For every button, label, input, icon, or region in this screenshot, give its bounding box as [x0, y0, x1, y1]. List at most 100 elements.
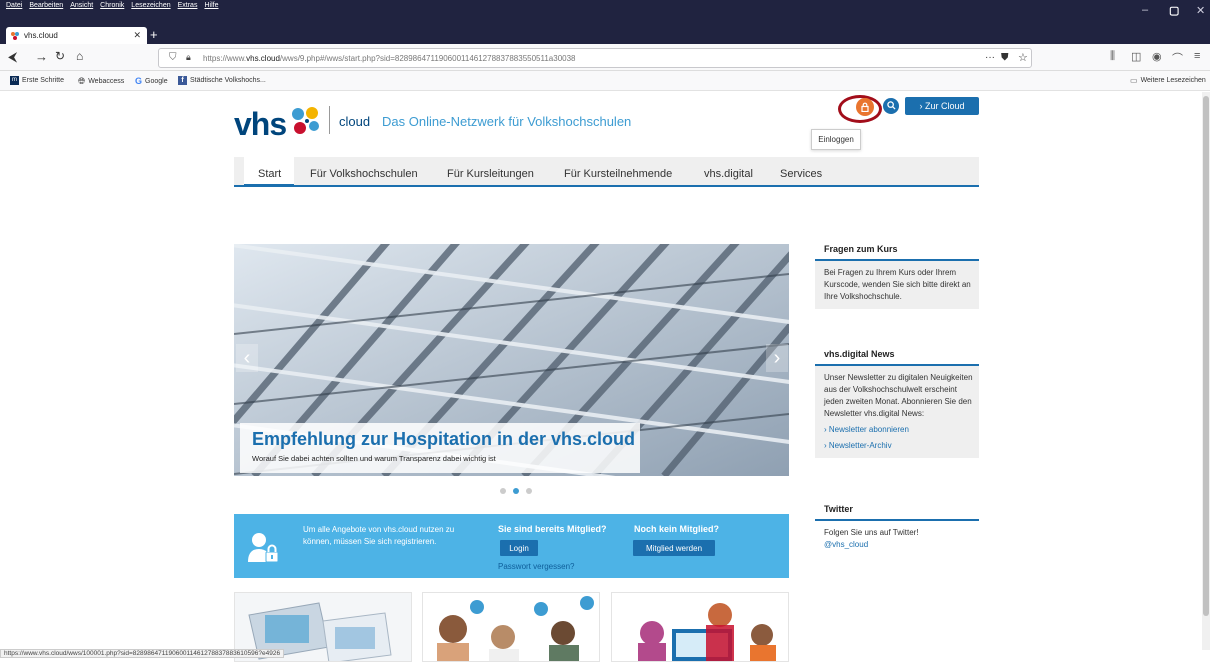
user-lock-icon — [248, 533, 279, 563]
bookmark-webaccess[interactable]: 🌐︎ Webaccess — [78, 76, 124, 87]
sidebar-twitter-text: Folgen Sie uns auf Twitter! — [824, 528, 919, 537]
browser-tab[interactable]: vhs.cloud ✕ — [6, 27, 147, 44]
sidebar-icon[interactable]: ◫ — [1131, 50, 1141, 63]
slide-title[interactable]: Empfehlung zur Hospitation in der vhs.cl… — [252, 429, 635, 450]
url-bar[interactable]: ⛉ 🔒︎ https://www.vhs.cloud/wws/9.php#/ww… — [158, 48, 1032, 68]
slider-dot-2-active[interactable] — [513, 488, 519, 494]
url-text[interactable]: https://www.vhs.cloud/wws/9.php#/wws/sta… — [203, 54, 576, 63]
pocket-icon[interactable]: ⛊ — [1001, 52, 1009, 63]
vhs-logo-text[interactable]: vhs — [234, 106, 287, 143]
bookmark-other[interactable]: ▭ Weitere Lesezeichen — [1130, 76, 1206, 85]
tab-close-icon[interactable]: ✕ — [133, 30, 141, 41]
login-button[interactable]: Login — [500, 540, 538, 556]
bookmark-label: Erste Schritte — [22, 77, 65, 84]
facebook-icon: f — [178, 76, 187, 85]
bookmark-volkshochschule[interactable]: f Städtische Volkshochs... — [178, 76, 266, 85]
main-navigation: Start Für Volkshochschulen Für Kursleitu… — [234, 157, 979, 187]
sidebar-twitter-body: Folgen Sie uns auf Twitter! @vhs_cloud — [815, 521, 979, 557]
logo-cloud-text: cloud — [339, 114, 371, 129]
scrollbar-thumb[interactable] — [1203, 96, 1209, 616]
menu-chronik[interactable]: Chronik — [100, 2, 124, 9]
sidebar-news-box: vhs.digital News Unser Newsletter zu dig… — [815, 347, 979, 458]
sidebar-course-text: Bei Fragen zu Ihrem Kurs oder Ihrem Kurs… — [815, 261, 979, 309]
home-icon[interactable]: ⌂ — [76, 49, 83, 63]
close-window-icon[interactable]: ✕ — [1196, 4, 1205, 17]
slider-dot-3[interactable] — [526, 488, 532, 494]
registration-band: Um alle Angebote von vhs.cloud nutzen zu… — [234, 514, 789, 578]
bookmark-star-icon[interactable]: ☆ — [1018, 51, 1028, 64]
zur-cloud-button[interactable]: › Zur Cloud — [905, 97, 979, 115]
nav-fuer-volkshochschulen[interactable]: Für Volkshochschulen — [310, 168, 418, 180]
nav-vhs-digital[interactable]: vhs.digital — [704, 168, 753, 180]
menu-bearbeiten[interactable]: Bearbeiten — [29, 2, 63, 9]
vhs-logo-dots-icon — [292, 107, 319, 134]
sidebar-course-title: Fragen zum Kurs — [815, 242, 979, 261]
sidebar-news-body: Unser Newsletter zu digitalen Neuigkeite… — [815, 366, 979, 458]
bookmarks-toolbar: m Erste Schritte 🌐︎ Webaccess G Google f… — [0, 71, 1210, 91]
twitter-handle-link[interactable]: @vhs_cloud — [824, 540, 868, 549]
menu-bar: Datei Bearbeiten Ansicht Chronik Lesezei… — [6, 2, 218, 9]
menu-lesezeichen[interactable]: Lesezeichen — [131, 2, 170, 9]
nonmember-heading: Noch kein Mitglied? — [634, 524, 720, 534]
lock-icon — [861, 102, 869, 113]
menu-extras[interactable]: Extras — [178, 2, 198, 9]
header-tagline: Das Online-Netzwerk für Volkshochschulen — [382, 114, 632, 129]
forward-icon[interactable]: → — [35, 49, 48, 64]
sidebar-twitter-title: Twitter — [815, 502, 979, 521]
firefox-bookmark-icon: m — [10, 76, 19, 85]
login-lock-button[interactable] — [856, 98, 874, 116]
globe-icon: 🌐︎ — [78, 76, 86, 86]
nav-start[interactable]: Start — [258, 168, 281, 180]
minimize-icon[interactable]: – — [1142, 4, 1148, 16]
nav-fuer-kursleitungen[interactable]: Für Kursleitungen — [447, 168, 534, 180]
web-page: vhs cloud Das Online-Netzwerk für Volksh… — [0, 92, 1210, 662]
maximize-icon[interactable]: ▢ — [1169, 4, 1179, 17]
sidebar-twitter-box: Twitter Folgen Sie uns auf Twitter! @vhs… — [815, 502, 979, 557]
nav-services[interactable]: Services — [780, 168, 822, 180]
page-actions-icon[interactable]: ··· — [985, 52, 995, 63]
bookmark-label: Webaccess — [88, 78, 125, 85]
sidebar-news-title: vhs.digital News — [815, 347, 979, 366]
window-titlebar: Datei Bearbeiten Ansicht Chronik Lesezei… — [0, 0, 1210, 26]
search-button[interactable] — [883, 98, 899, 114]
login-tooltip: Einloggen — [811, 129, 861, 150]
newsletter-archive-link[interactable]: › Newsletter-Archiv — [824, 440, 973, 452]
hamburger-menu-icon[interactable]: ≡ — [1194, 50, 1200, 62]
newsletter-subscribe-link[interactable]: › Newsletter abonnieren — [824, 424, 973, 436]
slider-prev-button[interactable]: ‹ — [236, 344, 258, 372]
menu-hilfe[interactable]: Hilfe — [204, 2, 218, 9]
become-member-button[interactable]: Mitglied werden — [633, 540, 715, 556]
extension-icon[interactable]: ⌒ — [1172, 50, 1183, 66]
new-tab-icon[interactable]: + — [150, 27, 158, 42]
google-icon: G — [135, 76, 143, 86]
sidebar-course-box: Fragen zum Kurs Bei Fragen zu Ihrem Kurs… — [815, 242, 979, 309]
reload-icon[interactable]: ↻ — [55, 49, 65, 63]
nav-fuer-kursteilnehmende[interactable]: Für Kursteilnehmende — [564, 168, 672, 180]
slider-next-button[interactable]: › — [766, 344, 788, 372]
back-icon[interactable]: ⮜ — [8, 49, 17, 65]
tab-strip — [0, 26, 1210, 44]
bookmark-label: Weitere Lesezeichen — [1140, 77, 1206, 84]
folder-icon: ▭ — [1130, 76, 1138, 85]
member-heading: Sie sind bereits Mitglied? — [498, 524, 607, 534]
tab-title: vhs.cloud — [24, 31, 58, 40]
tracking-shield-icon[interactable]: ⛉ — [169, 52, 177, 63]
logo-separator — [329, 106, 330, 134]
slider-dot-1[interactable] — [500, 488, 506, 494]
sidebar-news-text: Unser Newsletter zu digitalen Neuigkeite… — [824, 373, 973, 418]
forgot-password-link[interactable]: Passwort vergessen? — [498, 562, 574, 571]
vhs-favicon-icon — [11, 31, 19, 40]
status-url: https://www.vhs.cloud/wws/100001.php?sid… — [0, 649, 285, 658]
slide-subtitle: Worauf Sie dabei achten sollten und waru… — [252, 454, 496, 463]
search-icon — [886, 101, 896, 110]
library-icon[interactable]: ⫼ — [1110, 50, 1115, 63]
bookmark-google[interactable]: G Google — [135, 76, 168, 86]
bookmark-label: Google — [145, 77, 168, 85]
bookmark-label: Städtische Volkshochs... — [190, 77, 266, 84]
bookmark-erste-schritte[interactable]: m Erste Schritte — [10, 76, 64, 85]
padlock-icon[interactable]: 🔒︎ — [186, 52, 191, 63]
menu-datei[interactable]: Datei — [6, 2, 22, 9]
slide-caption[interactable]: Empfehlung zur Hospitation in der vhs.cl… — [240, 423, 640, 473]
menu-ansicht[interactable]: Ansicht — [70, 2, 93, 9]
account-icon[interactable]: ◉ — [1152, 50, 1162, 63]
